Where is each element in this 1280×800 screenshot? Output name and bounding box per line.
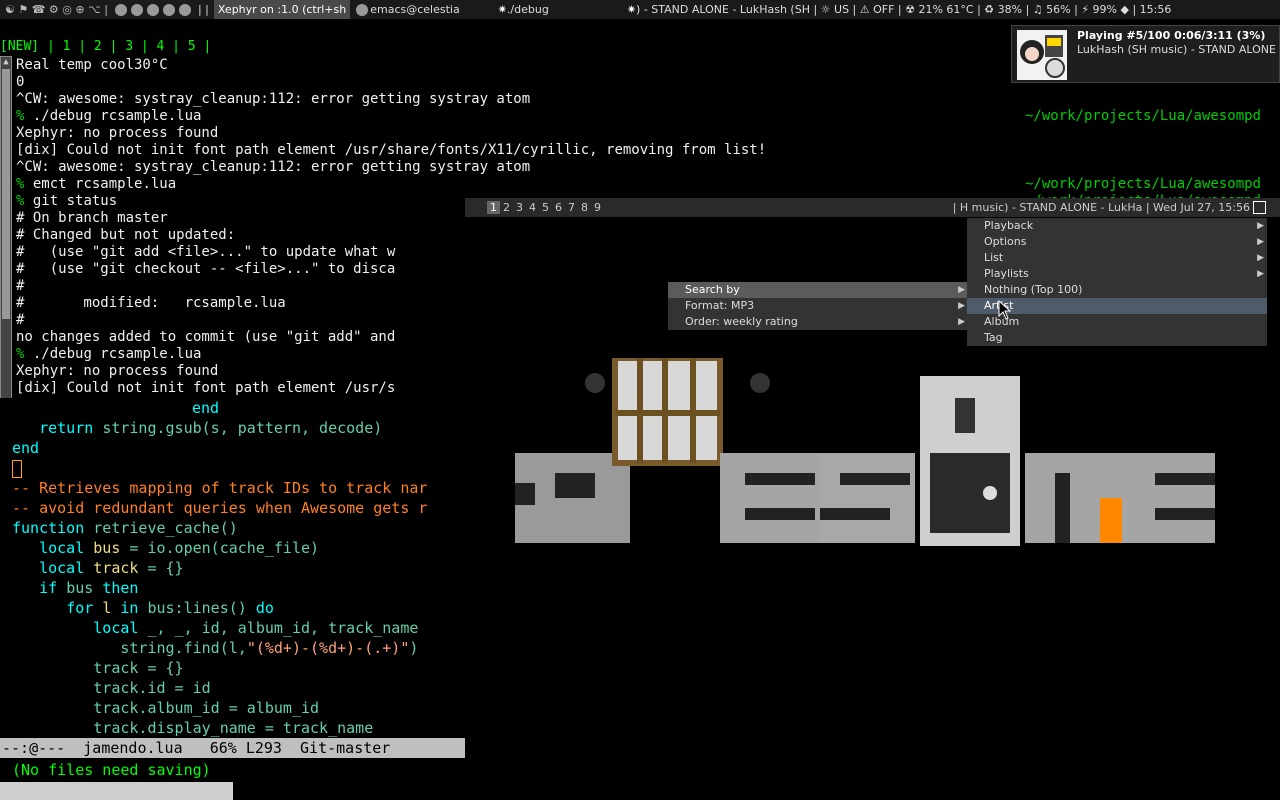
terminal-line: ^CW: awesome: systray_cleanup:112: error…: [16, 159, 531, 175]
menu-item-nothing[interactable]: Nothing (Top 100): [967, 282, 1267, 298]
cube-icon[interactable]: [178, 3, 191, 16]
menu-item-format[interactable]: Format: MP3 ▶: [668, 298, 968, 314]
task-emacs[interactable]: emacs@celestia: [350, 0, 463, 19]
now-playing-title: Playing #5/100 0:06/3:11 (3%): [1077, 29, 1266, 42]
code-line: track.album_id = album_id: [93, 699, 320, 717]
emacs-minibuffer[interactable]: (No files need saving): [12, 760, 211, 780]
context-menu-left: Search by ▶ Format: MP3 ▶ Order: weekly ra…: [668, 282, 968, 330]
submenu-arrow-icon: ▶: [1257, 269, 1264, 279]
tag-7[interactable]: 7: [565, 201, 578, 214]
emacs-icon: [356, 3, 369, 16]
code-line: track.display_name = track_name: [93, 719, 374, 737]
xephyr-window[interactable]: 1 2 3 4 5 6 7 8 9 | H music) - STAND ALO…: [465, 198, 1280, 800]
launcher-icons[interactable]: ☯ ⚑ ☎ ⚙ ◎ ⊕ ⌥ |: [0, 3, 113, 16]
terminal-line: ^CW: awesome: systray_cleanup:112: error…: [16, 91, 531, 107]
scroll-up-icon[interactable]: ▲: [1, 57, 11, 67]
submenu-arrow-icon: ▶: [958, 301, 965, 311]
music-icon: ✷: [626, 3, 637, 16]
submenu-arrow-icon: ▶: [958, 285, 965, 295]
terminal-icon: ✷: [497, 3, 507, 16]
menu-item-tag[interactable]: Tag: [967, 330, 1267, 346]
top-panel: ☯ ⚑ ☎ ⚙ ◎ ⊕ ⌥ | | | Xephyr on :1.0 (ctrl…: [0, 0, 1280, 19]
code-line: end: [12, 439, 40, 457]
task-debug[interactable]: ✷ ./debug: [494, 0, 553, 19]
code-line: return string.gsub(s, pattern, decode): [39, 419, 383, 437]
terminal-tags[interactable]: [NEW] | 1 | 2 | 3 | 4 | 5 |: [0, 38, 211, 56]
album-art: [1017, 30, 1067, 80]
task-music[interactable]: ✷ ) - STAND ALONE - LukHash (SH | ☼ US |…: [623, 0, 1176, 19]
tag-4[interactable]: 4: [526, 201, 539, 214]
status-strip: [0, 782, 233, 800]
menu-item-list[interactable]: List ▶: [967, 250, 1267, 266]
code-line: local _, _, id, album_id, track_name: [93, 619, 419, 637]
now-playing-track: LukHash (SH music) - STAND ALONE: [1077, 43, 1276, 56]
menu-item-search-by[interactable]: Search by ▶: [668, 282, 968, 298]
menu-item-playback[interactable]: Playback ▶: [967, 218, 1267, 234]
album-art-icon: [1017, 30, 1067, 80]
tag-9[interactable]: 9: [591, 201, 604, 214]
app-icon[interactable]: [114, 3, 127, 16]
code-line: track.id = id: [93, 679, 211, 697]
cwd-path: ~/work/projects/Lua/awesompd: [1024, 108, 1261, 124]
terminal-line: [dix] Could not init font path element /…: [16, 142, 767, 158]
code-comment: -- Retrieves mapping of track IDs to tra…: [12, 479, 428, 497]
menu-item-artist[interactable]: Artist: [967, 298, 1267, 314]
menu-item-options[interactable]: Options ▶: [967, 234, 1267, 250]
app-icon[interactable]: [130, 3, 143, 16]
terminal-line: Xephyr: no process found: [16, 125, 219, 141]
app-icon[interactable]: [146, 3, 159, 16]
code-comment: -- avoid redundant queries when Awesome …: [12, 499, 428, 517]
awesome-logo-art: [515, 358, 1215, 546]
context-menu-main: Playback ▶ Options ▶ List ▶ Playlists ▶ Noth…: [967, 218, 1267, 346]
menu-item-order[interactable]: Order: weekly rating ▶: [668, 314, 968, 330]
nested-status: | H music) - STAND ALONE - LukHa | Wed J…: [952, 201, 1250, 214]
code-line: track = {}: [93, 659, 184, 677]
terminal-line: % emct rcsample.lua ~/work/projects/Lua/a…: [16, 176, 1261, 192]
scrollbar-thumb[interactable]: [2, 69, 10, 319]
code-line: function retrieve_cache(): [12, 519, 238, 537]
separator: | |: [197, 3, 209, 16]
scrollbar[interactable]: ▲ ▼: [0, 56, 12, 415]
tag-2[interactable]: 2: [500, 201, 513, 214]
submenu-arrow-icon: ▶: [1257, 253, 1264, 263]
app-icon[interactable]: [162, 3, 175, 16]
submenu-arrow-icon: ▶: [958, 317, 965, 327]
layout-icon[interactable]: [1253, 201, 1266, 214]
emacs-cursor: [12, 459, 22, 478]
nested-panel: 1 2 3 4 5 6 7 8 9 | H music) - STAND ALO…: [465, 198, 1280, 217]
tag-3[interactable]: 3: [513, 201, 526, 214]
menu-item-album[interactable]: Album: [967, 314, 1267, 330]
code-line: string.find(l,"(%d+)-(%d+)-(.+)"): [120, 639, 419, 657]
tag-1[interactable]: 1: [487, 201, 500, 214]
now-playing-notification[interactable]: Playing #5/100 0:06/3:11 (3%) LukHash (S…: [1011, 25, 1280, 83]
code-line: if bus then: [39, 579, 139, 597]
task-xephyr[interactable]: Xephyr on :1.0 (ctrl+sh: [213, 0, 351, 19]
emacs-modeline: --:@--- jamendo.lua 66% L293 Git-master: [0, 738, 465, 758]
tag-5[interactable]: 5: [539, 201, 552, 214]
terminal-line: % ./debug rcsample.lua ~/work/projects/Lu…: [16, 108, 1261, 124]
submenu-arrow-icon: ▶: [1257, 237, 1264, 247]
mouse-pointer-icon: [998, 300, 1012, 320]
tag-6[interactable]: 6: [552, 201, 565, 214]
emacs-window[interactable]: end return string.gsub(s, pattern, decod…: [0, 398, 465, 800]
code-line: local track = {}: [39, 559, 184, 577]
code-line: local bus = io.open(cache_file): [39, 539, 320, 557]
cwd-path: ~/work/projects/Lua/awesompd: [1024, 176, 1261, 192]
submenu-arrow-icon: ▶: [1257, 221, 1264, 231]
code-line: [0, 458, 465, 478]
code-line: for l in bus:lines() do: [66, 599, 274, 617]
tag-8[interactable]: 8: [578, 201, 591, 214]
menu-item-playlists[interactable]: Playlists ▶: [967, 266, 1267, 282]
code-line: end: [192, 399, 220, 417]
